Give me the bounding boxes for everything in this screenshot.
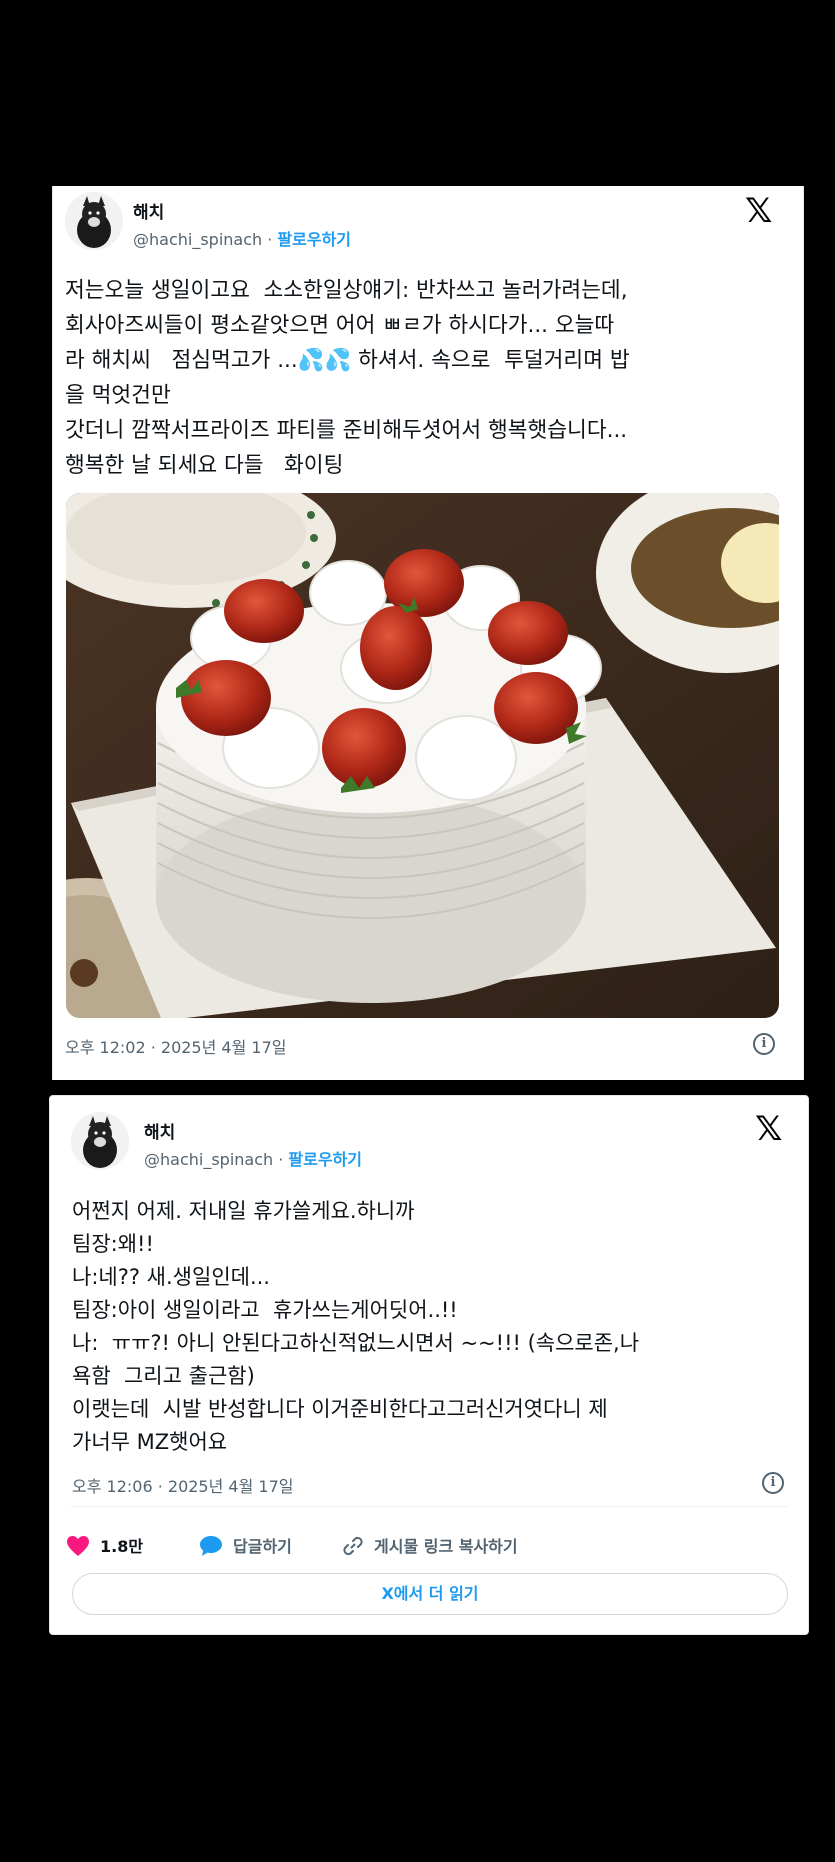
avatar[interactable]	[71, 1112, 129, 1170]
info-icon[interactable]: i	[753, 1033, 775, 1055]
copy-link-button[interactable]: 게시물 링크 복사하기	[342, 1533, 518, 1557]
author-name[interactable]: 해치	[144, 1118, 175, 1143]
x-logo-icon[interactable]: 𝕏	[745, 194, 772, 228]
separator: ·	[262, 230, 278, 249]
author-handle[interactable]: @hachi_spinach	[144, 1150, 273, 1169]
reply-bubble-icon	[200, 1536, 222, 1556]
read-more-button[interactable]: X에서 더 읽기	[72, 1573, 788, 1615]
divider	[70, 1506, 788, 1507]
author-name[interactable]: 해치	[133, 198, 164, 223]
tweet-timestamp[interactable]: 오후 12:06 · 2025년 4월 17일	[72, 1473, 293, 1497]
like-count: 1.8만	[100, 1537, 144, 1556]
copy-link-label: 게시물 링크 복사하기	[374, 1537, 518, 1556]
tweet-text: 어쩐지 어제. 저내일 휴가쓸게요.하니까 팀장:왜!! 나:네?? 새.생일인…	[72, 1199, 640, 1454]
link-icon	[343, 1536, 363, 1556]
reply-label: 답글하기	[233, 1537, 292, 1556]
tweet-card-1: 해치 @hachi_spinach · 팔로우하기 𝕏 저는오늘 생일이고요 소…	[52, 186, 804, 1080]
author-handle[interactable]: @hachi_spinach	[133, 230, 262, 249]
tweet-card-2: 해치 @hachi_spinach · 팔로우하기 𝕏 어쩐지 어제. 저내일 …	[49, 1095, 809, 1635]
cake-photo[interactable]	[66, 493, 779, 1018]
heart-icon	[67, 1536, 89, 1556]
author-handle-line: @hachi_spinach · 팔로우하기	[144, 1146, 362, 1170]
follow-button[interactable]: 팔로우하기	[288, 1150, 362, 1169]
like-button[interactable]: 1.8만	[66, 1533, 143, 1557]
tweet-timestamp[interactable]: 오후 12:02 · 2025년 4월 17일	[65, 1034, 286, 1058]
avatar[interactable]	[65, 192, 123, 250]
reply-button[interactable]: 답글하기	[199, 1533, 292, 1557]
follow-button[interactable]: 팔로우하기	[277, 230, 351, 249]
info-icon[interactable]: i	[762, 1472, 784, 1494]
author-handle-line: @hachi_spinach · 팔로우하기	[133, 226, 351, 250]
separator: ·	[273, 1150, 289, 1169]
tweet-text: 저는오늘 생일이고요 소소한일상얘기: 반차쓰고 놀러가려는데, 회사아즈씨들이…	[65, 278, 630, 478]
x-logo-icon[interactable]: 𝕏	[755, 1112, 782, 1146]
